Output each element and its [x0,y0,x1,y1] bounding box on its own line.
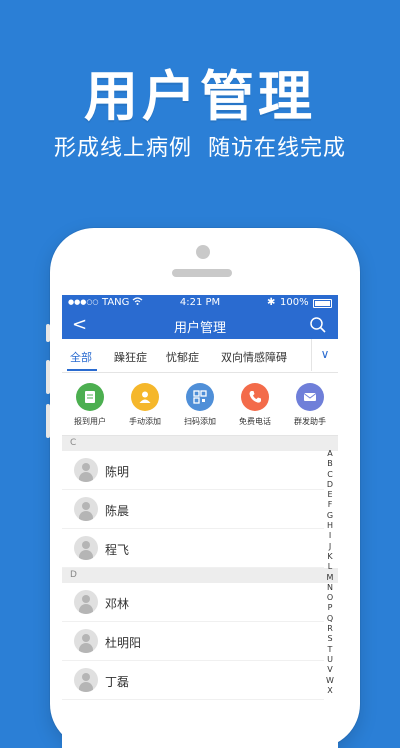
contact-name: 陈明 [105,465,130,479]
avatar [74,497,98,521]
mail-icon [303,393,317,401]
active-tab-indicator [67,369,97,371]
action-label: 手动添加 [129,417,161,426]
action-label: 免费电话 [239,417,271,426]
index-letter[interactable]: S [324,634,336,644]
category-tabs: 全部 躁狂症 忧郁症 双向情感障碍 ∨ [62,339,338,373]
tab-all[interactable]: 全部 [70,349,92,365]
contact-name: 丁磊 [105,675,130,689]
index-letter[interactable]: O [324,593,336,603]
index-letter[interactable]: Q [324,614,336,624]
index-letter[interactable]: L [324,562,336,572]
manual-add-button[interactable]: 手动添加 [117,383,173,427]
scan-add-button[interactable]: 扫码添加 [172,383,228,427]
index-letter[interactable]: M [324,573,336,583]
nav-bar: < 用户管理 [62,311,338,339]
contact-name: 邓林 [105,597,130,611]
quick-actions: 报到用户 手动添加 扫码添加 免费电话 群发助手 [62,373,338,436]
index-letter[interactable]: P [324,603,336,613]
contact-row[interactable]: 丁磊 [62,661,324,700]
action-label: 扫码添加 [184,417,216,426]
tab-dropdown-button[interactable]: ∨ [311,339,338,371]
index-letter[interactable]: I [324,531,336,541]
index-letter[interactable]: E [324,490,336,500]
battery-percent: 100% [280,297,309,308]
phone-frame: ●●●○○ TANG 4:21 PM ✱ 100% < 用户管理 全部 躁狂症 … [46,228,360,748]
status-bar: ●●●○○ TANG 4:21 PM ✱ 100% [62,295,338,311]
contact-row[interactable]: 邓林 [62,583,324,622]
section-header: C [62,436,338,451]
index-letter[interactable]: D [324,480,336,490]
contact-row[interactable]: 陈晨 [62,490,324,529]
promo-headline: 用户管理 [84,65,316,128]
index-letter[interactable]: C [324,470,336,480]
index-letter[interactable]: X [324,686,336,696]
index-letter[interactable]: B [324,459,336,469]
avatar [74,536,98,560]
index-letter[interactable]: G [324,511,336,521]
index-letter[interactable]: T [324,645,336,655]
front-camera [196,245,210,259]
tab-bipolar[interactable]: 双向情感障碍 [221,349,287,365]
alphabet-index[interactable]: ABCDEFGHIJKLMNOPQRSTUVWX [324,449,336,696]
add-user-icon [139,391,151,403]
earpiece-speaker [172,269,232,277]
index-letter[interactable]: N [324,583,336,593]
avatar [74,629,98,653]
qr-code-icon [193,390,207,404]
battery-icon [313,299,332,308]
avatar [74,590,98,614]
contact-row[interactable]: 杜明阳 [62,622,324,661]
section-header: D [62,568,338,583]
index-letter[interactable]: F [324,500,336,510]
avatar [74,458,98,482]
contact-row[interactable]: 陈明 [62,451,324,490]
index-letter[interactable]: R [324,624,336,634]
index-letter[interactable]: U [324,655,336,665]
contact-name: 程飞 [105,543,130,557]
group-message-button[interactable]: 群发助手 [282,383,338,427]
index-letter[interactable]: A [324,449,336,459]
contact-name: 杜明阳 [105,636,142,650]
promo-subline: 形成线上病例 随访在线完成 [54,136,346,161]
document-icon [85,391,95,403]
avatar [74,668,98,692]
volume-down-button [46,404,50,438]
mute-switch [46,324,50,342]
tab-depression[interactable]: 忧郁症 [166,349,199,365]
index-letter[interactable]: H [324,521,336,531]
index-letter[interactable]: K [324,552,336,562]
phone-icon [249,391,261,403]
index-letter[interactable]: V [324,665,336,675]
search-icon[interactable] [309,316,327,334]
bluetooth-icon: ✱ [267,297,276,308]
page-title: 用户管理 [173,321,226,336]
report-users-button[interactable]: 报到用户 [62,383,118,427]
volume-up-button [46,360,50,394]
contact-name: 陈晨 [105,504,130,518]
contact-row[interactable]: 程飞 [62,529,324,568]
action-label: 群发助手 [294,417,326,426]
free-call-button[interactable]: 免费电话 [227,383,283,427]
tab-mania[interactable]: 躁狂症 [114,349,147,365]
app-screen: ●●●○○ TANG 4:21 PM ✱ 100% < 用户管理 全部 躁狂症 … [62,295,338,748]
index-letter[interactable]: W [324,676,336,686]
index-letter[interactable]: J [324,542,336,552]
action-label: 报到用户 [74,417,106,426]
